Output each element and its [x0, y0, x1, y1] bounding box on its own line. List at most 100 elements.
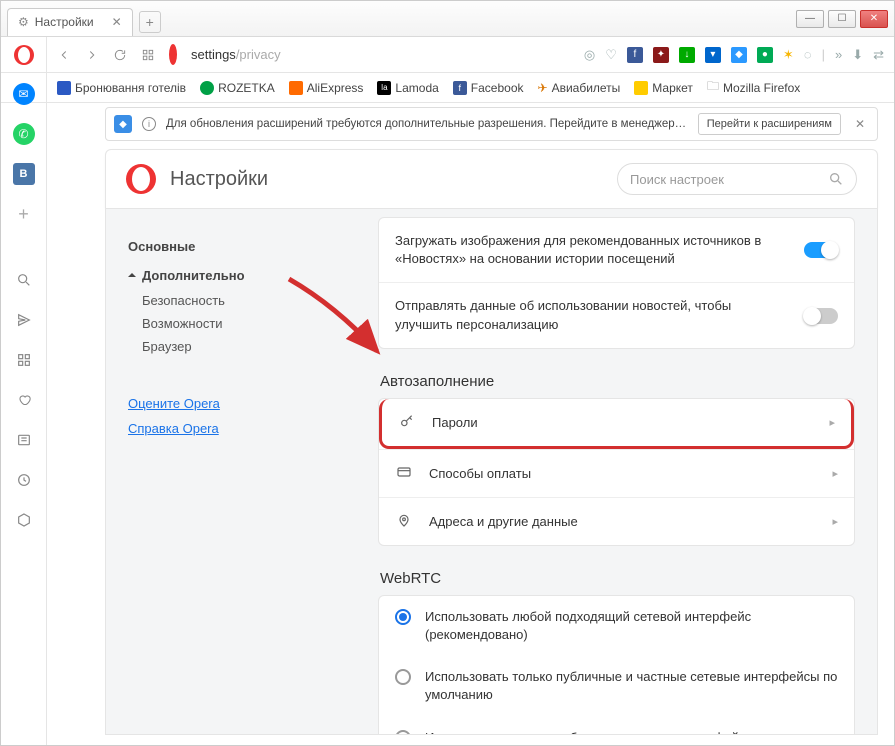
ext-icon[interactable]: ✦ — [653, 47, 669, 63]
opera-logo-icon — [126, 164, 156, 194]
news-icon[interactable] — [13, 429, 35, 451]
back-button[interactable] — [57, 48, 71, 62]
sidenav-browser[interactable]: Браузер — [142, 339, 356, 354]
reload-button[interactable] — [113, 48, 127, 62]
maximize-button[interactable]: ☐ — [828, 10, 856, 28]
whatsapp-icon[interactable]: ✆ — [13, 123, 35, 145]
webrtc-option-1[interactable]: Использовать любой подходящий сетевой ин… — [379, 596, 854, 656]
forward-button[interactable] — [85, 48, 99, 62]
radio-icon — [395, 730, 411, 735]
key-icon — [398, 413, 416, 432]
search-icon — [828, 171, 844, 187]
bookmarks-icon[interactable] — [13, 389, 35, 411]
menu-icon[interactable]: ⇄ — [873, 47, 884, 63]
title-bar: ⚙ Настройки ✕ + — ☐ ✕ — [1, 1, 894, 37]
radio-selected-icon — [395, 609, 411, 625]
toggle-news-images[interactable] — [804, 242, 838, 258]
help-opera-link[interactable]: Справка Opera — [128, 421, 356, 436]
opera-icon[interactable] — [14, 45, 34, 65]
autofill-card: Пароли ▸ Способы оплаты ▸ Адреса и други… — [378, 398, 855, 546]
settings-header: Настройки Поиск настроек — [105, 149, 878, 209]
left-rail: ✉ ✆ B + — [1, 37, 47, 745]
webrtc-option-2[interactable]: Использовать только публичные и частные … — [379, 656, 854, 716]
ext-icon[interactable]: ◌ — [804, 47, 812, 62]
sidenav-advanced[interactable]: Дополнительно — [128, 268, 356, 283]
section-autofill: Автозаполнение — [380, 373, 855, 390]
settings-content: Основные Дополнительно Безопасность Возм… — [105, 209, 878, 735]
ext-icon[interactable]: ↓ — [679, 47, 695, 63]
ext-icon[interactable]: ▾ — [705, 47, 721, 63]
pin-icon — [395, 512, 413, 531]
extension-notice: ◆ i Для обновления расширений требуются … — [105, 107, 878, 141]
chevron-right-icon: ▸ — [832, 467, 838, 480]
close-notice-button[interactable]: ✕ — [851, 117, 869, 131]
bookmark-item[interactable]: AliExpress — [289, 81, 364, 95]
webrtc-option-3[interactable]: Использовать только публичные сетевые ин… — [379, 717, 854, 735]
toolbar-icons: ◎ ♡ f ✦ ↓ ▾ ◆ ● ✶ ◌ | » ⬇ ⇄ — [584, 47, 884, 63]
autofill-payment[interactable]: Способы оплаты ▸ — [379, 449, 854, 497]
gear-icon: ⚙ — [18, 15, 29, 29]
ext-icon[interactable]: ● — [757, 47, 773, 63]
bookmark-folder[interactable]: 🗀Mozilla Firefox — [707, 77, 800, 98]
notice-text: Для обновления расширений требуются допо… — [166, 118, 688, 130]
bookmark-item[interactable]: laLamoda — [377, 81, 438, 95]
settings-sidenav: Основные Дополнительно Безопасность Возм… — [106, 209, 356, 734]
setting-news-images: Загружать изображения для рекомендованны… — [379, 218, 854, 282]
setting-news-data: Отправлять данные об использовании новос… — [379, 282, 854, 347]
ext-icon[interactable]: ✶ — [783, 47, 794, 63]
sidenav-security[interactable]: Безопасность — [142, 293, 356, 308]
news-card: Загружать изображения для рекомендованны… — [378, 217, 855, 349]
flow-icon[interactable] — [13, 309, 35, 331]
extension-badge-icon: ◆ — [114, 115, 132, 133]
settings-search[interactable]: Поиск настроек — [617, 163, 857, 195]
autofill-addresses[interactable]: Адреса и другие данные ▸ — [379, 497, 854, 545]
download-icon[interactable]: ⬇ — [852, 47, 863, 63]
ext-icon[interactable]: ♡ — [605, 47, 617, 63]
history-icon[interactable] — [13, 469, 35, 491]
window-controls: — ☐ ✕ — [796, 10, 888, 28]
add-messenger-button[interactable]: + — [13, 203, 35, 225]
webrtc-card: Использовать любой подходящий сетевой ин… — [378, 595, 855, 734]
speed-dial-icon[interactable] — [13, 349, 35, 371]
bookmark-item[interactable]: ✈Авиабилеты — [538, 81, 621, 95]
sidenav-features[interactable]: Возможности — [142, 316, 356, 331]
autofill-passwords[interactable]: Пароли ▸ — [379, 399, 854, 449]
minimize-button[interactable]: — — [796, 10, 824, 28]
search-placeholder: Поиск настроек — [630, 172, 724, 187]
bookmarks-bar: Бронювання готелів ROZETKA AliExpress la… — [1, 73, 894, 103]
bookmark-item[interactable]: Маркет — [634, 81, 693, 95]
tab-close-icon[interactable]: ✕ — [112, 15, 122, 29]
vk-icon[interactable]: B — [13, 163, 35, 185]
bookmark-item[interactable]: ROZETKA — [200, 81, 275, 95]
messenger-icon[interactable]: ✉ — [13, 83, 35, 105]
new-tab-button[interactable]: + — [139, 11, 161, 33]
chevron-right-icon: ▸ — [832, 515, 838, 528]
go-to-extensions-button[interactable]: Перейти к расширениям — [698, 113, 841, 135]
speed-dial-button[interactable] — [141, 48, 155, 62]
section-webrtc: WebRTC — [380, 570, 855, 587]
search-icon[interactable] — [13, 269, 35, 291]
url-base: settings — [191, 47, 236, 62]
ext-icon[interactable]: f — [627, 47, 643, 63]
overflow-icon[interactable]: » — [835, 47, 842, 62]
url-path: /privacy — [236, 47, 281, 62]
url-field[interactable]: settings/privacy — [191, 47, 281, 62]
ext-icon[interactable]: ◎ — [584, 47, 595, 63]
extensions-icon[interactable] — [13, 509, 35, 531]
close-button[interactable]: ✕ — [860, 10, 888, 28]
radio-icon — [395, 669, 411, 685]
browser-tab[interactable]: ⚙ Настройки ✕ — [7, 8, 133, 36]
chevron-right-icon: ▸ — [829, 416, 835, 429]
info-icon: i — [142, 117, 156, 131]
card-icon — [395, 464, 413, 483]
address-bar: settings/privacy ◎ ♡ f ✦ ↓ ▾ ◆ ● ✶ ◌ | »… — [1, 37, 894, 73]
sidenav-basic[interactable]: Основные — [128, 239, 356, 254]
rate-opera-link[interactable]: Оцените Opera — [128, 396, 356, 411]
ext-icon[interactable]: ◆ — [731, 47, 747, 63]
bookmark-item[interactable]: Бронювання готелів — [57, 81, 186, 95]
tab-title: Настройки — [35, 15, 94, 29]
bookmark-item[interactable]: fFacebook — [453, 81, 524, 95]
opera-icon — [169, 46, 177, 64]
page-title: Настройки — [170, 168, 268, 191]
toggle-news-data[interactable] — [804, 308, 838, 324]
